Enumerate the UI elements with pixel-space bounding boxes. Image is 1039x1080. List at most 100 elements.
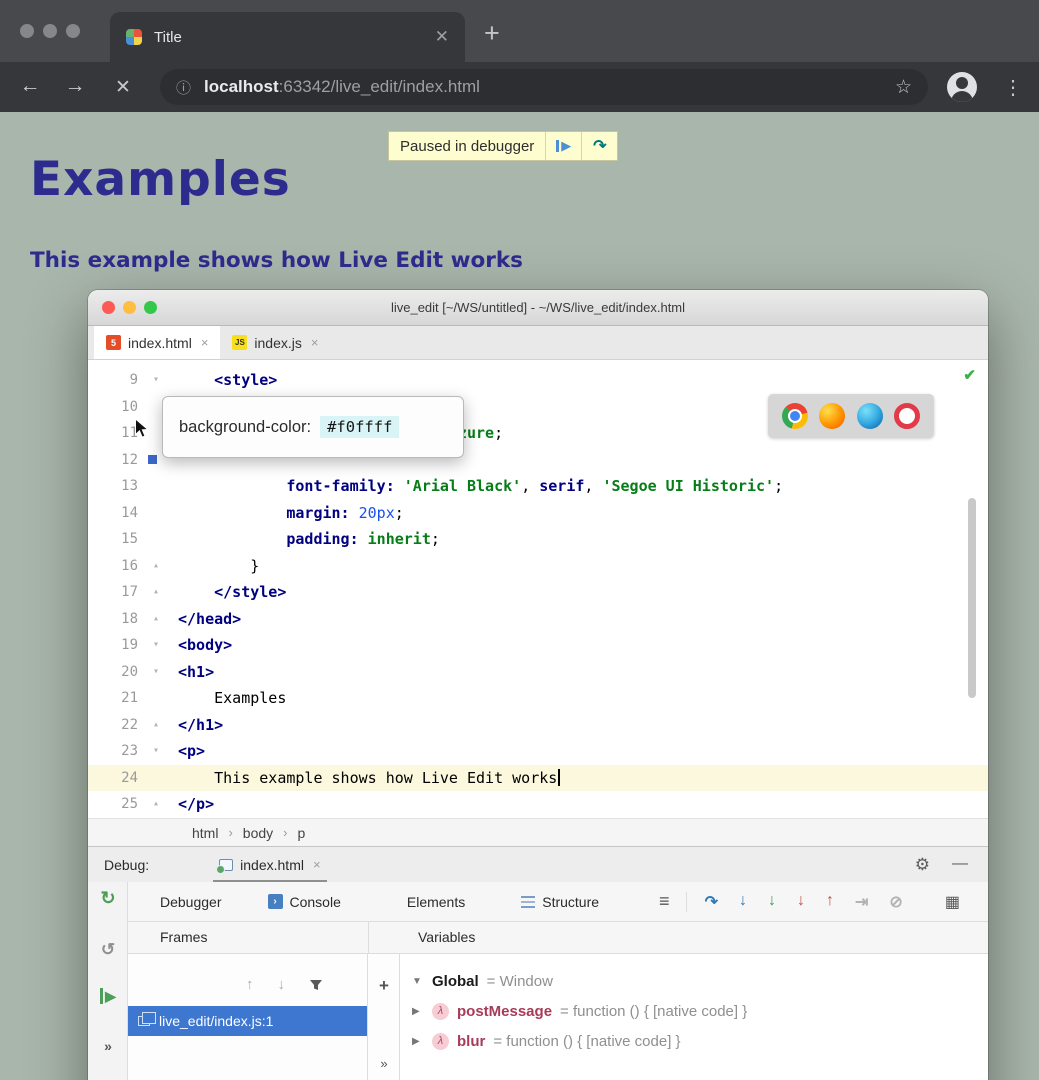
- breadcrumb-item[interactable]: p: [298, 825, 306, 841]
- function-lambda-icon: λ: [432, 1003, 449, 1020]
- code-line[interactable]: 25▴</p>: [88, 791, 988, 818]
- gear-icon[interactable]: ⚙: [915, 855, 930, 875]
- code-line[interactable]: 24 This example shows how Live Edit work…: [88, 765, 988, 792]
- fold-marker-icon[interactable]: ▾: [138, 659, 174, 686]
- force-step-into-icon[interactable]: ↓: [768, 892, 776, 912]
- bookmark-star-icon[interactable]: ☆: [895, 76, 912, 99]
- tab-close-icon[interactable]: ×: [313, 857, 321, 872]
- run-to-cursor-icon[interactable]: ⇥: [855, 892, 868, 912]
- code-line[interactable]: 14 margin: 20px;: [88, 500, 988, 527]
- ide-close-button[interactable]: [102, 301, 115, 314]
- window-close-button[interactable]: [20, 24, 34, 38]
- window-controls[interactable]: [20, 24, 80, 38]
- code-line[interactable]: 20▾<h1>: [88, 659, 988, 686]
- browser-menu-icon[interactable]: ⋮: [1003, 75, 1023, 100]
- tab-debugger[interactable]: Debugger: [160, 894, 222, 910]
- inspections-ok-icon[interactable]: ✔: [963, 366, 976, 384]
- tab-close-icon[interactable]: ×: [311, 335, 319, 350]
- breadcrumb-item[interactable]: html: [192, 825, 218, 841]
- editor-scrollbar[interactable]: [968, 498, 976, 698]
- variable-row[interactable]: ▶λblur= function () { [native code] }: [400, 1026, 988, 1056]
- ide-zoom-button[interactable]: [144, 301, 157, 314]
- step-over-banner-button[interactable]: ↷: [581, 132, 617, 160]
- breadcrumb-item[interactable]: body: [243, 825, 273, 841]
- editor-tab-index-html[interactable]: index.html ×: [94, 326, 220, 359]
- code-line[interactable]: 13 font-family: 'Arial Black', serif, 'S…: [88, 473, 988, 500]
- resume-script-button[interactable]: ▶: [545, 132, 581, 160]
- resume-program-icon[interactable]: ▶: [88, 988, 128, 1005]
- variable-row[interactable]: ▼Global= Window: [400, 966, 988, 996]
- edge-icon[interactable]: [857, 403, 883, 429]
- editor-tab-index-js[interactable]: index.js ×: [220, 326, 330, 359]
- expander-closed-icon[interactable]: ▶: [412, 1006, 424, 1017]
- code-line[interactable]: 15 padding: inherit;: [88, 526, 988, 553]
- chrome-icon[interactable]: [782, 403, 808, 429]
- code-line[interactable]: 16▴ }: [88, 553, 988, 580]
- code-line[interactable]: 22▴</h1>: [88, 712, 988, 739]
- fold-marker-icon[interactable]: ▾: [138, 632, 174, 659]
- tooltip-property: background-color:: [179, 418, 311, 437]
- opera-icon[interactable]: [894, 403, 920, 429]
- tab-close-icon[interactable]: ×: [201, 335, 209, 350]
- next-frame-icon[interactable]: ↓: [278, 976, 286, 993]
- debug-session-tab-label: index.html: [240, 857, 304, 873]
- code-line[interactable]: 17▴ </style>: [88, 579, 988, 606]
- code-line[interactable]: 21 Examples: [88, 685, 988, 712]
- expander-closed-icon[interactable]: ▶: [412, 1036, 424, 1047]
- window-minimize-button[interactable]: [43, 24, 57, 38]
- back-icon[interactable]: ←: [16, 74, 44, 98]
- fold-marker-icon[interactable]: ▾: [138, 738, 174, 765]
- browser-tab[interactable]: Title ✕: [110, 12, 465, 62]
- ide-minimize-button[interactable]: [123, 301, 136, 314]
- stop-reload-icon[interactable]: ✕: [109, 76, 137, 99]
- fold-marker-icon[interactable]: ▴: [138, 712, 174, 739]
- fold-marker-icon[interactable]: ▴: [138, 553, 174, 580]
- profile-avatar[interactable]: [947, 72, 977, 102]
- new-tab-button[interactable]: +: [484, 18, 500, 49]
- add-watch-icon[interactable]: +: [368, 976, 400, 996]
- step-over-icon[interactable]: ↷: [705, 892, 718, 912]
- layout-settings-icon[interactable]: ▦: [945, 892, 960, 912]
- hide-toolwindow-icon[interactable]: —: [952, 855, 968, 873]
- open-in-browser-popup: [768, 394, 934, 438]
- code-line[interactable]: 19▾<body>: [88, 632, 988, 659]
- gutter-space: [138, 473, 174, 500]
- variable-row[interactable]: ▶λpostMessage= function () { [native cod…: [400, 996, 988, 1026]
- restart-icon[interactable]: ↺: [88, 940, 128, 960]
- fold-marker-icon[interactable]: ▴: [138, 606, 174, 633]
- firefox-icon[interactable]: [819, 403, 845, 429]
- code-line[interactable]: 9▾ <style>: [88, 367, 988, 394]
- window-zoom-button[interactable]: [66, 24, 80, 38]
- more-actions-icon[interactable]: »: [88, 1038, 128, 1054]
- forward-icon[interactable]: →: [61, 74, 89, 98]
- filter-funnel-icon[interactable]: [309, 978, 323, 992]
- code-line[interactable]: 23▾<p>: [88, 738, 988, 765]
- info-icon[interactable]: ⓘ: [176, 77, 191, 98]
- tab-console[interactable]: Console: [268, 894, 341, 910]
- ide-window-controls[interactable]: [102, 301, 157, 314]
- debug-session-tab[interactable]: index.html ×: [213, 847, 326, 882]
- breadcrumb-separator: ›: [228, 825, 232, 840]
- tab-close-icon[interactable]: ✕: [435, 27, 449, 47]
- fold-marker-icon[interactable]: ▴: [138, 579, 174, 606]
- tab-structure[interactable]: Structure: [521, 894, 599, 910]
- page-subtitle: This example shows how Live Edit works: [30, 248, 523, 273]
- address-bar[interactable]: ⓘ localhost:63342/live_edit/index.html ☆: [160, 69, 928, 105]
- variables-panel: ▼Global= Window▶λpostMessage= function (…: [400, 954, 988, 1080]
- selected-stack-frame[interactable]: live_edit/index.js:1: [128, 1006, 367, 1036]
- css-value-tooltip: background-color: #f0ffff: [162, 396, 464, 458]
- code-line[interactable]: 18▴</head>: [88, 606, 988, 633]
- tab-elements[interactable]: Elements: [407, 894, 465, 910]
- fold-marker-icon[interactable]: ▴: [138, 791, 174, 818]
- step-into-icon[interactable]: ↓: [739, 892, 747, 912]
- previous-frame-icon[interactable]: ↑: [246, 976, 254, 993]
- hamburger-menu-icon[interactable]: ≡: [659, 891, 670, 912]
- gutter-marker[interactable]: [148, 455, 157, 464]
- mute-breakpoints-icon[interactable]: ⊘: [889, 892, 902, 912]
- fold-marker-icon[interactable]: ▾: [138, 367, 174, 394]
- drop-frame-icon[interactable]: ↓: [797, 892, 805, 912]
- rerun-icon[interactable]: ↻: [88, 888, 128, 909]
- step-out-icon[interactable]: ↑: [826, 892, 834, 912]
- expander-open-icon[interactable]: ▼: [412, 976, 424, 987]
- more-actions-icon[interactable]: »: [368, 1056, 400, 1071]
